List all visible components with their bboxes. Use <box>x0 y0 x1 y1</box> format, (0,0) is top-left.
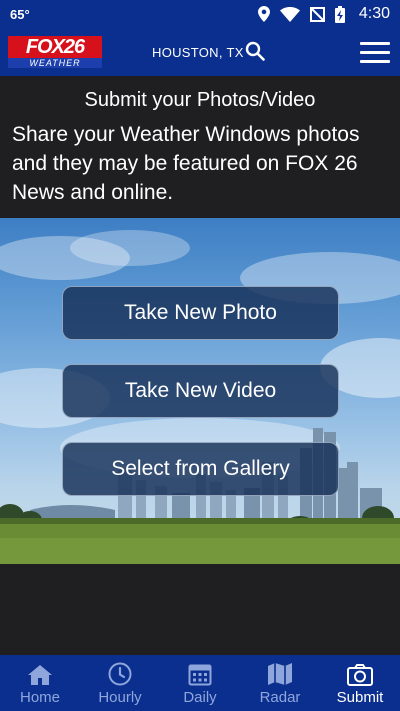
nav-item-radar[interactable]: Radar <box>240 655 320 711</box>
status-icons: 4:30 <box>257 5 390 23</box>
status-bar: 65° 4:30 <box>0 0 400 28</box>
nav-item-hourly[interactable]: Hourly <box>80 655 160 711</box>
hamburger-menu-icon[interactable] <box>360 42 390 64</box>
intro-description: Share your Weather Windows photos and th… <box>12 123 360 204</box>
nav-label-radar: Radar <box>259 689 301 706</box>
search-icon[interactable] <box>245 41 265 61</box>
calendar-icon <box>188 664 212 686</box>
location-label[interactable]: HOUSTON, TX <box>152 45 244 60</box>
status-time: 4:30 <box>358 5 390 22</box>
nav-label-submit: Submit <box>336 689 384 706</box>
select-from-gallery-button[interactable]: Select from Gallery <box>62 442 339 496</box>
nav-label-daily: Daily <box>183 689 217 706</box>
logo-main-text: FOX26 <box>8 36 102 58</box>
location-icon <box>257 6 270 22</box>
bottom-navigation: Home Hourly Daily Radar Submit <box>0 655 400 711</box>
page-title: Submit your Photos/Video <box>84 89 316 111</box>
fox26-weather-logo[interactable]: FOX26 WEATHER <box>8 36 102 68</box>
status-temperature: 65° <box>10 6 30 22</box>
logo-sub-text: WEATHER <box>8 58 102 68</box>
camera-icon <box>347 664 373 686</box>
app-header: FOX26 WEATHER HOUSTON, TX <box>0 28 400 76</box>
take-new-video-button[interactable]: Take New Video <box>62 364 339 418</box>
take-new-photo-button[interactable]: Take New Photo <box>62 286 339 340</box>
map-icon <box>268 663 292 685</box>
home-icon <box>28 665 52 685</box>
wifi-icon <box>279 6 300 22</box>
nav-item-home[interactable]: Home <box>0 655 80 711</box>
no-sim-icon <box>309 6 325 22</box>
nav-label-hourly: Hourly <box>98 689 142 706</box>
clock-icon <box>108 662 132 686</box>
battery-charging-icon <box>334 5 345 23</box>
nav-item-submit[interactable]: Submit <box>320 655 400 711</box>
nav-label-home: Home <box>19 689 60 706</box>
content-spacer <box>0 564 400 655</box>
nav-item-daily[interactable]: Daily <box>160 655 240 711</box>
intro-section: Submit your Photos/Video Share your Weat… <box>0 76 400 218</box>
skyline-background-image: Take New Photo Take New Video Select fro… <box>0 218 400 564</box>
